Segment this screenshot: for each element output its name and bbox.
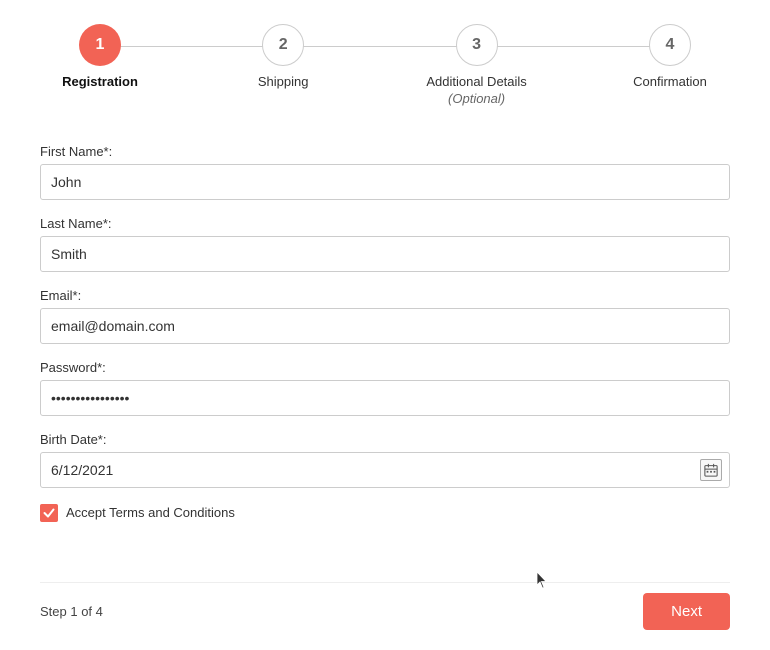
step-number-2: 2 (279, 36, 288, 54)
step-1: 1 Registration (60, 24, 140, 91)
password-label: Password*: (40, 360, 730, 375)
birth-date-group: Birth Date*: (40, 432, 730, 488)
password-input[interactable] (40, 380, 730, 416)
step-number-4: 4 (666, 36, 675, 54)
footer: Step 1 of 4 Next (40, 582, 730, 630)
step-number-1: 1 (96, 36, 105, 54)
step-3: 3 Additional Details (Optional) (426, 24, 526, 108)
step-label-4: Confirmation (633, 74, 707, 91)
first-name-input[interactable] (40, 164, 730, 200)
page-container: 1 Registration 2 Shipping 3 Additional D… (0, 0, 770, 650)
last-name-label: Last Name*: (40, 216, 730, 231)
step-indicator: Step 1 of 4 (40, 604, 103, 619)
last-name-group: Last Name*: (40, 216, 730, 272)
terms-checkbox[interactable] (40, 504, 58, 522)
birth-date-input[interactable] (40, 452, 730, 488)
stepper: 1 Registration 2 Shipping 3 Additional D… (40, 24, 730, 108)
terms-label: Accept Terms and Conditions (66, 505, 235, 520)
step-number-3: 3 (472, 36, 481, 54)
last-name-input[interactable] (40, 236, 730, 272)
step-sublabel-3: (Optional) (448, 91, 505, 106)
step-label-3: Additional Details (Optional) (426, 74, 526, 108)
first-name-label: First Name*: (40, 144, 730, 159)
step-label-2: Shipping (258, 74, 309, 91)
first-name-group: First Name*: (40, 144, 730, 200)
registration-form: First Name*: Last Name*: Email*: Passwor… (40, 144, 730, 582)
step-4: 4 Confirmation (630, 24, 710, 91)
email-input[interactable] (40, 308, 730, 344)
terms-row: Accept Terms and Conditions (40, 504, 730, 522)
step-2: 2 Shipping (243, 24, 323, 91)
birth-date-label: Birth Date*: (40, 432, 730, 447)
step-circle-4[interactable]: 4 (649, 24, 691, 66)
step-circle-2[interactable]: 2 (262, 24, 304, 66)
calendar-icon[interactable] (700, 459, 722, 481)
step-label-1: Registration (62, 74, 138, 91)
step-circle-1[interactable]: 1 (79, 24, 121, 66)
date-wrapper (40, 452, 730, 488)
step-circle-3[interactable]: 3 (456, 24, 498, 66)
email-label: Email*: (40, 288, 730, 303)
password-group: Password*: (40, 360, 730, 416)
next-button[interactable]: Next (643, 593, 730, 630)
email-group: Email*: (40, 288, 730, 344)
